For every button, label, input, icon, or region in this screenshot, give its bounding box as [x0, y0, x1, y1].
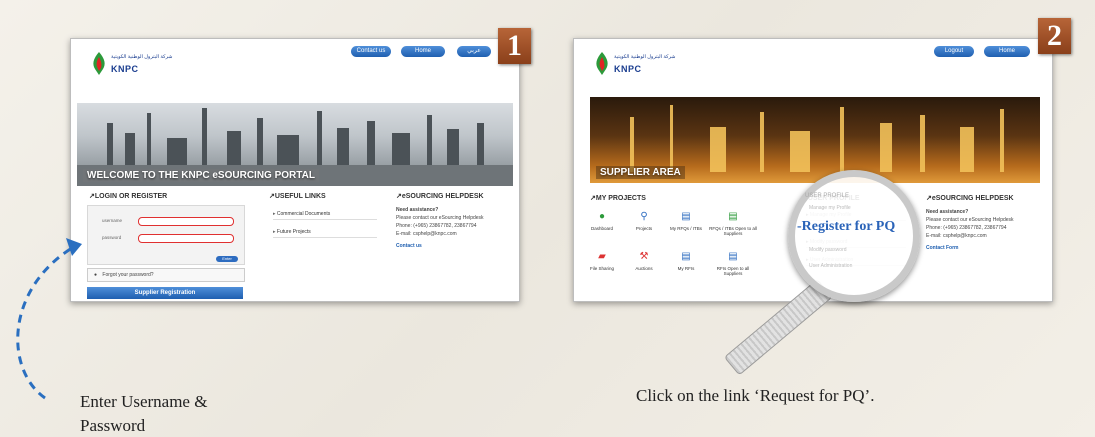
helpdesk-contact-form-link[interactable]: Contact Form: [926, 245, 959, 251]
project-label: RFQs / ITBs Open to all Suppliers: [709, 226, 757, 236]
document-icon: ▤: [681, 251, 691, 262]
project-label: Projects: [635, 226, 653, 231]
helpdesk-need-assistance: Need assistance?: [396, 207, 439, 213]
magnifier-lens: USER PROFILE Manage my Profile -Register…: [788, 170, 920, 302]
project-label: My RFIs: [677, 266, 695, 271]
home-button[interactable]: Home: [984, 46, 1030, 57]
helpdesk-contact-line: Please contact our eSourcing Helpdesk: [926, 217, 1014, 223]
home-button[interactable]: Home: [401, 46, 445, 57]
logo-arabic-text: شركة البترول الوطنية الكويتية: [614, 54, 676, 60]
project-rfqs-open[interactable]: ▤ RFQs / ITBs Open to all Suppliers: [708, 211, 758, 236]
arrow-head-icon: [66, 238, 82, 256]
left-caption-line1: Enter Username &: [80, 392, 208, 411]
document-icon: ▤: [681, 211, 691, 222]
login-heading: LOGIN OR REGISTER: [89, 192, 167, 200]
screenshot-login-page: Contact us Home عربي شركة البترول الوطني…: [70, 38, 520, 302]
step-2-badge: 2: [1038, 18, 1071, 54]
project-auctions[interactable]: ⚒ Auctions: [622, 251, 666, 271]
knpc-logo: شركة البترول الوطنية الكويتية KNPC: [89, 51, 179, 81]
useful-link-future-projects[interactable]: Future Projects: [273, 229, 377, 238]
login-form: username password Enter: [87, 205, 245, 265]
logout-button[interactable]: Logout: [934, 46, 974, 57]
dashed-arrow: [16, 238, 82, 400]
forgot-password-label: Forgot your password?: [102, 272, 154, 278]
project-rfis-open[interactable]: ▤ RFIs Open to all Suppliers: [708, 251, 758, 276]
step-1-badge: 1: [498, 28, 531, 64]
logo-brand-text: KNPC: [111, 64, 139, 74]
refinery-night-banner: SUPPLIER AREA: [590, 97, 1040, 183]
gavel-icon: ⚒: [639, 251, 649, 262]
magnified-modify-password: Modify password: [809, 247, 847, 253]
project-label: RFIs Open to all Suppliers: [716, 266, 750, 276]
contact-us-button[interactable]: Contact us: [351, 46, 391, 57]
dashboard-icon: ●: [598, 211, 606, 222]
helpdesk-email: E-mail: csphelp@knpc.com: [926, 233, 987, 239]
folder-icon: ▰: [598, 251, 606, 262]
supplier-registration-button[interactable]: Supplier Registration: [87, 287, 243, 299]
helpdesk-phone: Phone: (+965) 23867782, 23867794: [396, 223, 477, 229]
logo-brand-text: KNPC: [614, 64, 642, 74]
forgot-password-link[interactable]: ● Forgot your password?: [87, 268, 245, 282]
magnified-manage-profile: Manage my Profile: [809, 205, 851, 211]
magnifier-icon: ⚲: [640, 211, 648, 222]
magnified-user-admin: User Administration: [809, 263, 853, 269]
magnified-user-profile: USER PROFILE: [805, 193, 850, 199]
helpdesk-email: E-mail: csphelp@knpc.com: [396, 231, 457, 237]
project-my-rfis[interactable]: ▤ My RFIs: [664, 251, 708, 271]
project-my-rfqs[interactable]: ▤ My RFQs / ITBs: [664, 211, 708, 231]
project-dashboard[interactable]: ● Dashboard: [580, 211, 624, 231]
right-caption: Click on the link ‘Request for PQ’.: [636, 386, 875, 405]
project-label: My RFQs / ITBs: [670, 226, 702, 231]
helpdesk-contact-us-link[interactable]: Contact us: [396, 243, 422, 249]
enter-button[interactable]: Enter: [216, 256, 238, 262]
helpdesk-contact-line: Please contact our eSourcing Helpdesk: [396, 215, 484, 221]
supplier-area-title: SUPPLIER AREA: [596, 166, 685, 179]
helpdesk-heading: eSOURCING HELPDESK: [396, 192, 484, 200]
document-check-icon: ▤: [728, 211, 738, 222]
project-label: Dashboard: [590, 226, 613, 231]
document-icon: ▤: [728, 251, 738, 262]
register-for-pq-link[interactable]: -Register for PQ: [797, 219, 895, 235]
welcome-title: WELCOME TO THE KNPC eSOURCING PORTAL: [83, 169, 319, 182]
useful-link-commercial-documents[interactable]: Commercial Documents: [273, 211, 377, 220]
project-label: Auctions: [635, 266, 653, 271]
knpc-logo: شركة البترول الوطنية الكويتية KNPC: [592, 51, 682, 81]
helpdesk-heading: eSOURCING HELPDESK: [926, 194, 1014, 202]
project-file-sharing[interactable]: ▰ File Sharing: [580, 251, 624, 271]
my-projects-heading: MY PROJECTS: [590, 194, 646, 202]
username-input[interactable]: [138, 217, 234, 226]
flame-icon: [93, 52, 105, 75]
refinery-banner: WELCOME TO THE KNPC eSOURCING PORTAL: [77, 103, 513, 186]
logo-arabic-text: شركة البترول الوطنية الكويتية: [111, 54, 173, 60]
project-label: File Sharing: [589, 266, 614, 271]
helpdesk-need-assistance: Need assistance?: [926, 209, 969, 215]
password-input[interactable]: [138, 234, 234, 243]
helpdesk-phone: Phone: (+965) 23867782, 23867794: [926, 225, 1007, 231]
useful-links-heading: USEFUL LINKS: [269, 192, 326, 200]
project-projects[interactable]: ⚲ Projects: [622, 211, 666, 231]
arabic-button[interactable]: عربي: [457, 46, 491, 57]
left-caption-line2: Password: [80, 416, 146, 435]
register-for-pq-label: Register for PQ: [801, 219, 896, 234]
flame-icon: [596, 52, 608, 75]
